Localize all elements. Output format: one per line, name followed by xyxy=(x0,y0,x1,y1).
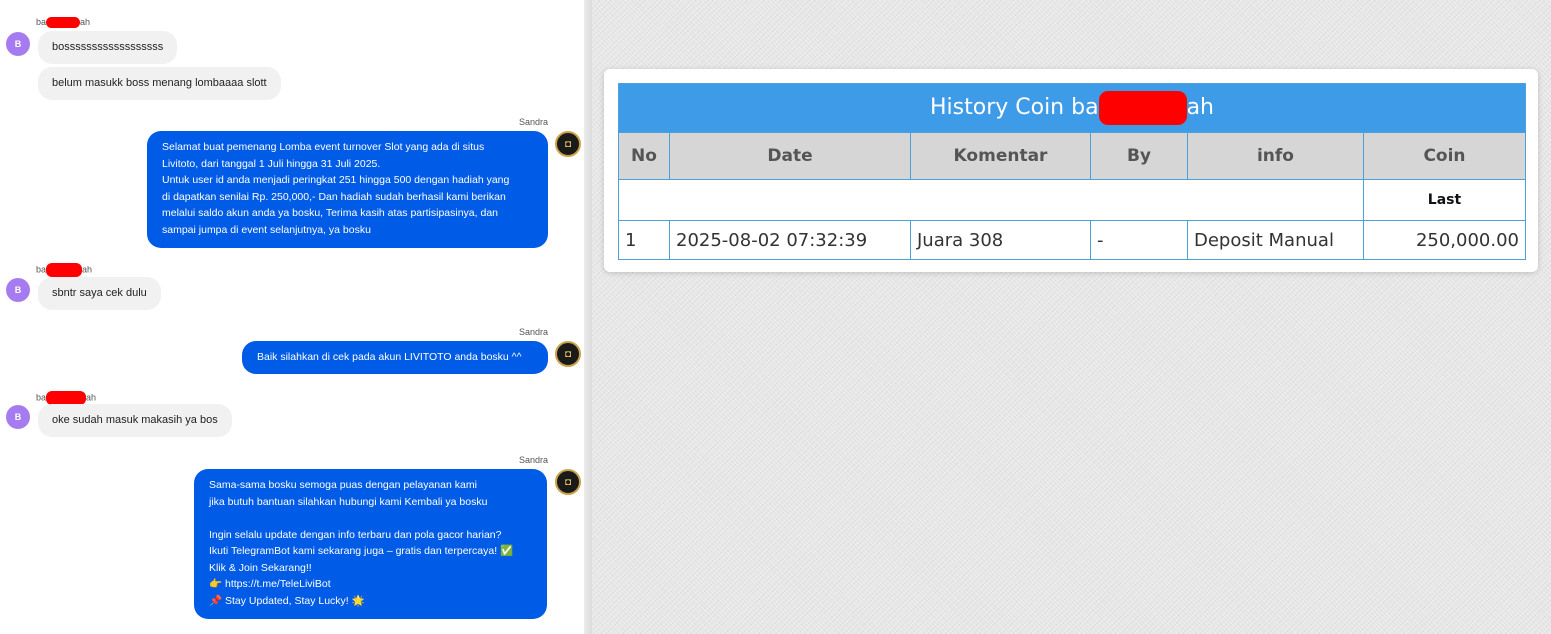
user-avatar: B xyxy=(6,405,30,429)
incoming-message: sbntr saya cek dulu xyxy=(38,277,161,310)
last-label: Last xyxy=(1363,179,1526,221)
column-header-komentar: Komentar xyxy=(910,132,1091,180)
logo-icon: ◘ xyxy=(564,138,572,150)
sender-name: ba ah xyxy=(36,17,91,29)
column-header-no: No xyxy=(618,132,670,180)
history-coin-table: History Coin ba ah No Date Komentar By in… xyxy=(618,83,1526,260)
outgoing-message: Sama-sama bosku semoga puas dengan pelay… xyxy=(194,469,547,619)
cell-no: 1 xyxy=(618,220,670,260)
outgoing-message: Baik silahkan di cek pada akun LIVITOTO … xyxy=(242,341,548,374)
redaction-block xyxy=(46,391,87,405)
agent-avatar: ◘ xyxy=(555,341,581,367)
logo-icon: ◘ xyxy=(564,348,572,360)
column-header-by: By xyxy=(1090,132,1188,180)
incoming-message: oke sudah masuk makasih ya bos xyxy=(38,404,232,437)
agent-avatar: ◘ xyxy=(555,469,581,495)
redaction-block xyxy=(46,17,81,29)
sender-name: ba ah xyxy=(36,263,92,277)
redaction-block xyxy=(1098,91,1187,125)
cell-coin: 250,000.00 xyxy=(1363,220,1526,260)
incoming-message: belum masukk boss menang lombaaaa slott xyxy=(38,67,281,100)
panel-divider[interactable] xyxy=(584,0,592,634)
logo-icon: ◘ xyxy=(564,476,572,488)
incoming-message: bossssssssssssssssss xyxy=(38,31,178,64)
table-row: 1 2025-08-02 07:32:39 Juara 308 - Deposi… xyxy=(618,220,1526,260)
redaction-block xyxy=(46,263,83,277)
sender-name: Sandra xyxy=(519,455,549,465)
last-row-spacer xyxy=(618,179,1364,221)
cell-date: 2025-08-02 07:32:39 xyxy=(669,220,911,260)
user-avatar: B xyxy=(6,278,30,302)
sender-name: ba ah xyxy=(36,391,96,405)
cell-by: - xyxy=(1090,220,1188,260)
column-header-coin: Coin xyxy=(1363,132,1526,180)
cell-komentar: Juara 308 xyxy=(910,220,1091,260)
agent-avatar: ◘ xyxy=(555,131,581,157)
cell-info: Deposit Manual xyxy=(1187,220,1364,260)
sender-name: Sandra xyxy=(519,117,549,127)
user-avatar: B xyxy=(6,32,30,56)
column-header-date: Date xyxy=(669,132,911,180)
history-coin-card: History Coin ba ah No Date Komentar By in… xyxy=(604,69,1538,272)
chat-panel: ba ah B bossssssssssssssssss belum masukk… xyxy=(0,0,584,634)
sender-name: Sandra xyxy=(519,327,549,337)
column-header-info: info xyxy=(1187,132,1364,180)
outgoing-message: Selamat buat pemenang Lomba event turnov… xyxy=(147,131,548,248)
table-title: History Coin ba ah xyxy=(618,83,1526,133)
